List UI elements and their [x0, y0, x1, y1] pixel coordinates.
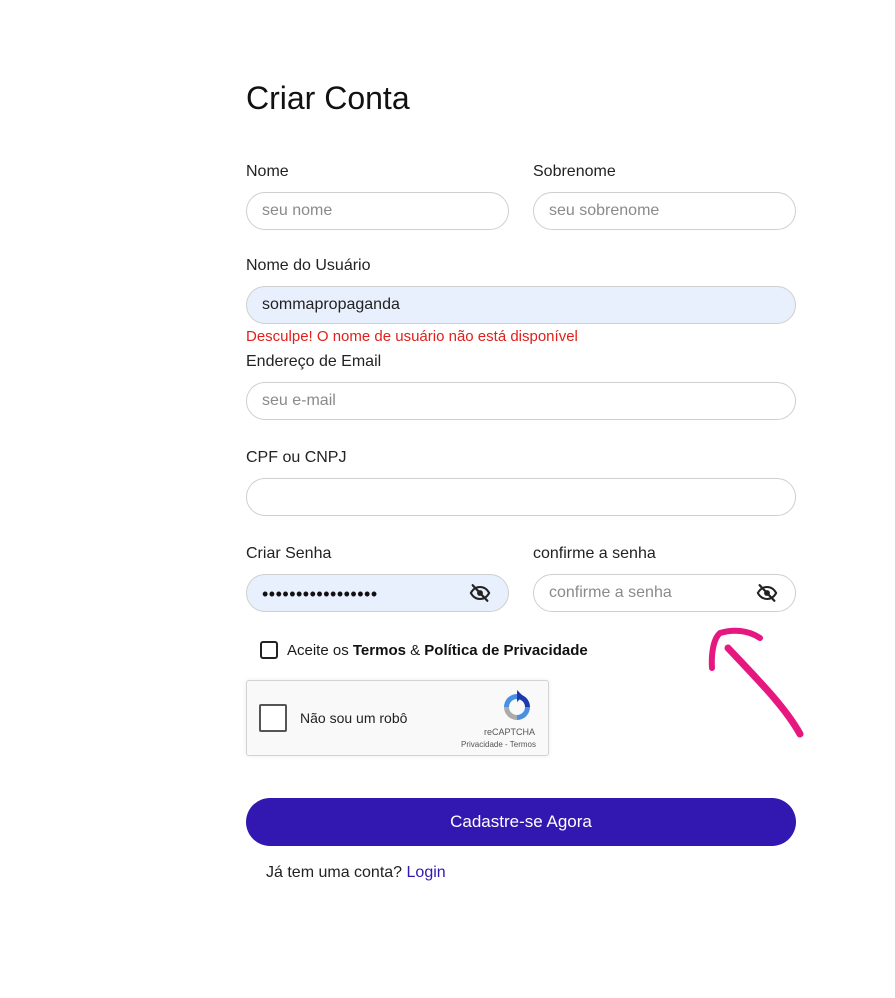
password-label: Criar Senha [246, 545, 332, 562]
password-masked-value: ••••••••••••••••• [262, 584, 378, 604]
recaptcha-logo-icon [504, 690, 530, 720]
recaptcha-checkbox[interactable] [259, 704, 287, 732]
document-input[interactable] [246, 478, 796, 516]
password-field: ••••••••••••••••• [246, 574, 509, 612]
recaptcha-widget: Não sou um robô reCAPTCHA Privacidade - … [246, 680, 549, 756]
terms-ampersand: & [405, 641, 425, 659]
terms-prefix: Aceite os [287, 641, 353, 659]
signup-button[interactable]: Cadastre-se Agora [246, 798, 796, 846]
login-link[interactable]: Login [407, 864, 446, 881]
eye-slash-icon[interactable] [756, 582, 778, 604]
first-name-label: Nome [246, 163, 289, 180]
last-name-label: Sobrenome [533, 163, 616, 180]
annotation-arrow-icon [708, 627, 804, 738]
first-name-input[interactable] [246, 192, 509, 230]
login-prompt-text: Já tem uma conta? [266, 864, 407, 881]
email-input[interactable] [246, 382, 796, 420]
recaptcha-label: Não sou um robô [300, 710, 408, 726]
login-prompt: Já tem uma conta? Login [266, 864, 446, 882]
last-name-input[interactable] [533, 192, 796, 230]
recaptcha-brand: reCAPTCHA [483, 727, 535, 737]
terms-checkbox[interactable] [260, 641, 278, 659]
email-label: Endereço de Email [246, 353, 382, 370]
terms-link[interactable]: Termos [353, 642, 406, 659]
privacy-policy-link[interactable]: Política de Privacidade [424, 642, 587, 659]
username-input[interactable] [246, 286, 796, 324]
terms-row: Aceite os Termos & Política de Privacida… [260, 641, 588, 659]
confirm-password-label: confirme a senha [533, 545, 656, 562]
username-error-message: Desculpe! O nome de usuário não está dis… [246, 328, 578, 345]
recaptcha-links[interactable]: Privacidade - Termos [461, 740, 536, 749]
username-label: Nome do Usuário [246, 257, 371, 274]
confirm-password-field [533, 574, 796, 612]
page-title: Criar Conta [246, 80, 410, 116]
eye-slash-icon[interactable] [469, 582, 491, 604]
document-label: CPF ou CNPJ [246, 449, 347, 466]
